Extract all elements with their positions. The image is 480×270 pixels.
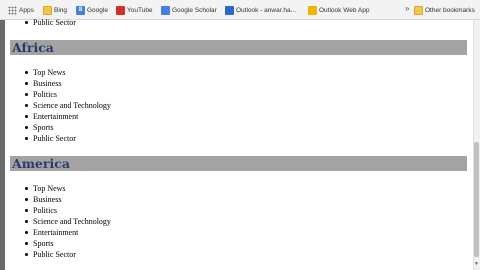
apps-icon	[8, 6, 17, 15]
bookmarks-overflow-chevron-icon[interactable]: »	[405, 4, 409, 13]
outlook-icon	[225, 6, 234, 15]
list-item[interactable]: Entertainment	[25, 111, 111, 122]
list-item[interactable]: Politics	[25, 205, 111, 216]
list-item[interactable]: Sports	[25, 122, 111, 133]
list-item[interactable]: Public Sector	[25, 249, 111, 260]
africa-list: Top News Business Politics Science and T…	[25, 67, 111, 144]
bookmark-google-scholar[interactable]: Google Scholar	[161, 5, 217, 16]
america-list: Top News Business Politics Science and T…	[25, 183, 111, 260]
list-item[interactable]: Public Sector	[25, 133, 111, 144]
bookmark-other-bookmarks[interactable]: Other bookmarks	[414, 5, 475, 16]
youtube-icon	[116, 6, 125, 15]
folder-icon	[414, 6, 423, 15]
google-icon: 8	[76, 6, 85, 15]
bookmark-apps[interactable]: Apps	[8, 5, 34, 16]
list-item[interactable]: Politics	[25, 89, 111, 100]
bookmark-google[interactable]: 8 Google	[76, 5, 108, 16]
folder-icon	[43, 6, 52, 15]
list-item[interactable]: Top News	[25, 183, 111, 194]
bookmark-youtube[interactable]: YouTube	[116, 5, 153, 16]
bookmark-outlook[interactable]: Outlook - anwar.ha...	[225, 5, 296, 16]
outlook-web-app-icon	[308, 6, 317, 15]
list-item[interactable]: Entertainment	[25, 227, 111, 238]
section-heading-africa: Africa	[10, 40, 467, 55]
list-item[interactable]: Sports	[25, 238, 111, 249]
list-item[interactable]: Science and Technology	[25, 216, 111, 227]
previous-section-list: Public Sector	[25, 17, 76, 28]
bookmark-outlook-web-app[interactable]: Outlook Web App	[308, 5, 369, 16]
google-scholar-icon	[161, 6, 170, 15]
list-item[interactable]: Top News	[25, 67, 111, 78]
scroll-down-arrow-icon[interactable]: ▼	[474, 262, 479, 268]
section-heading-america: America	[10, 156, 467, 171]
list-item[interactable]: Business	[25, 194, 111, 205]
page-content: Public Sector Africa Top News Business P…	[0, 17, 473, 270]
list-item[interactable]: Science and Technology	[25, 100, 111, 111]
list-item[interactable]: Public Sector	[25, 17, 76, 28]
list-item[interactable]: Business	[25, 78, 111, 89]
scrollbar-thumb[interactable]	[474, 142, 479, 257]
bookmark-bing[interactable]: Bing	[43, 5, 67, 16]
